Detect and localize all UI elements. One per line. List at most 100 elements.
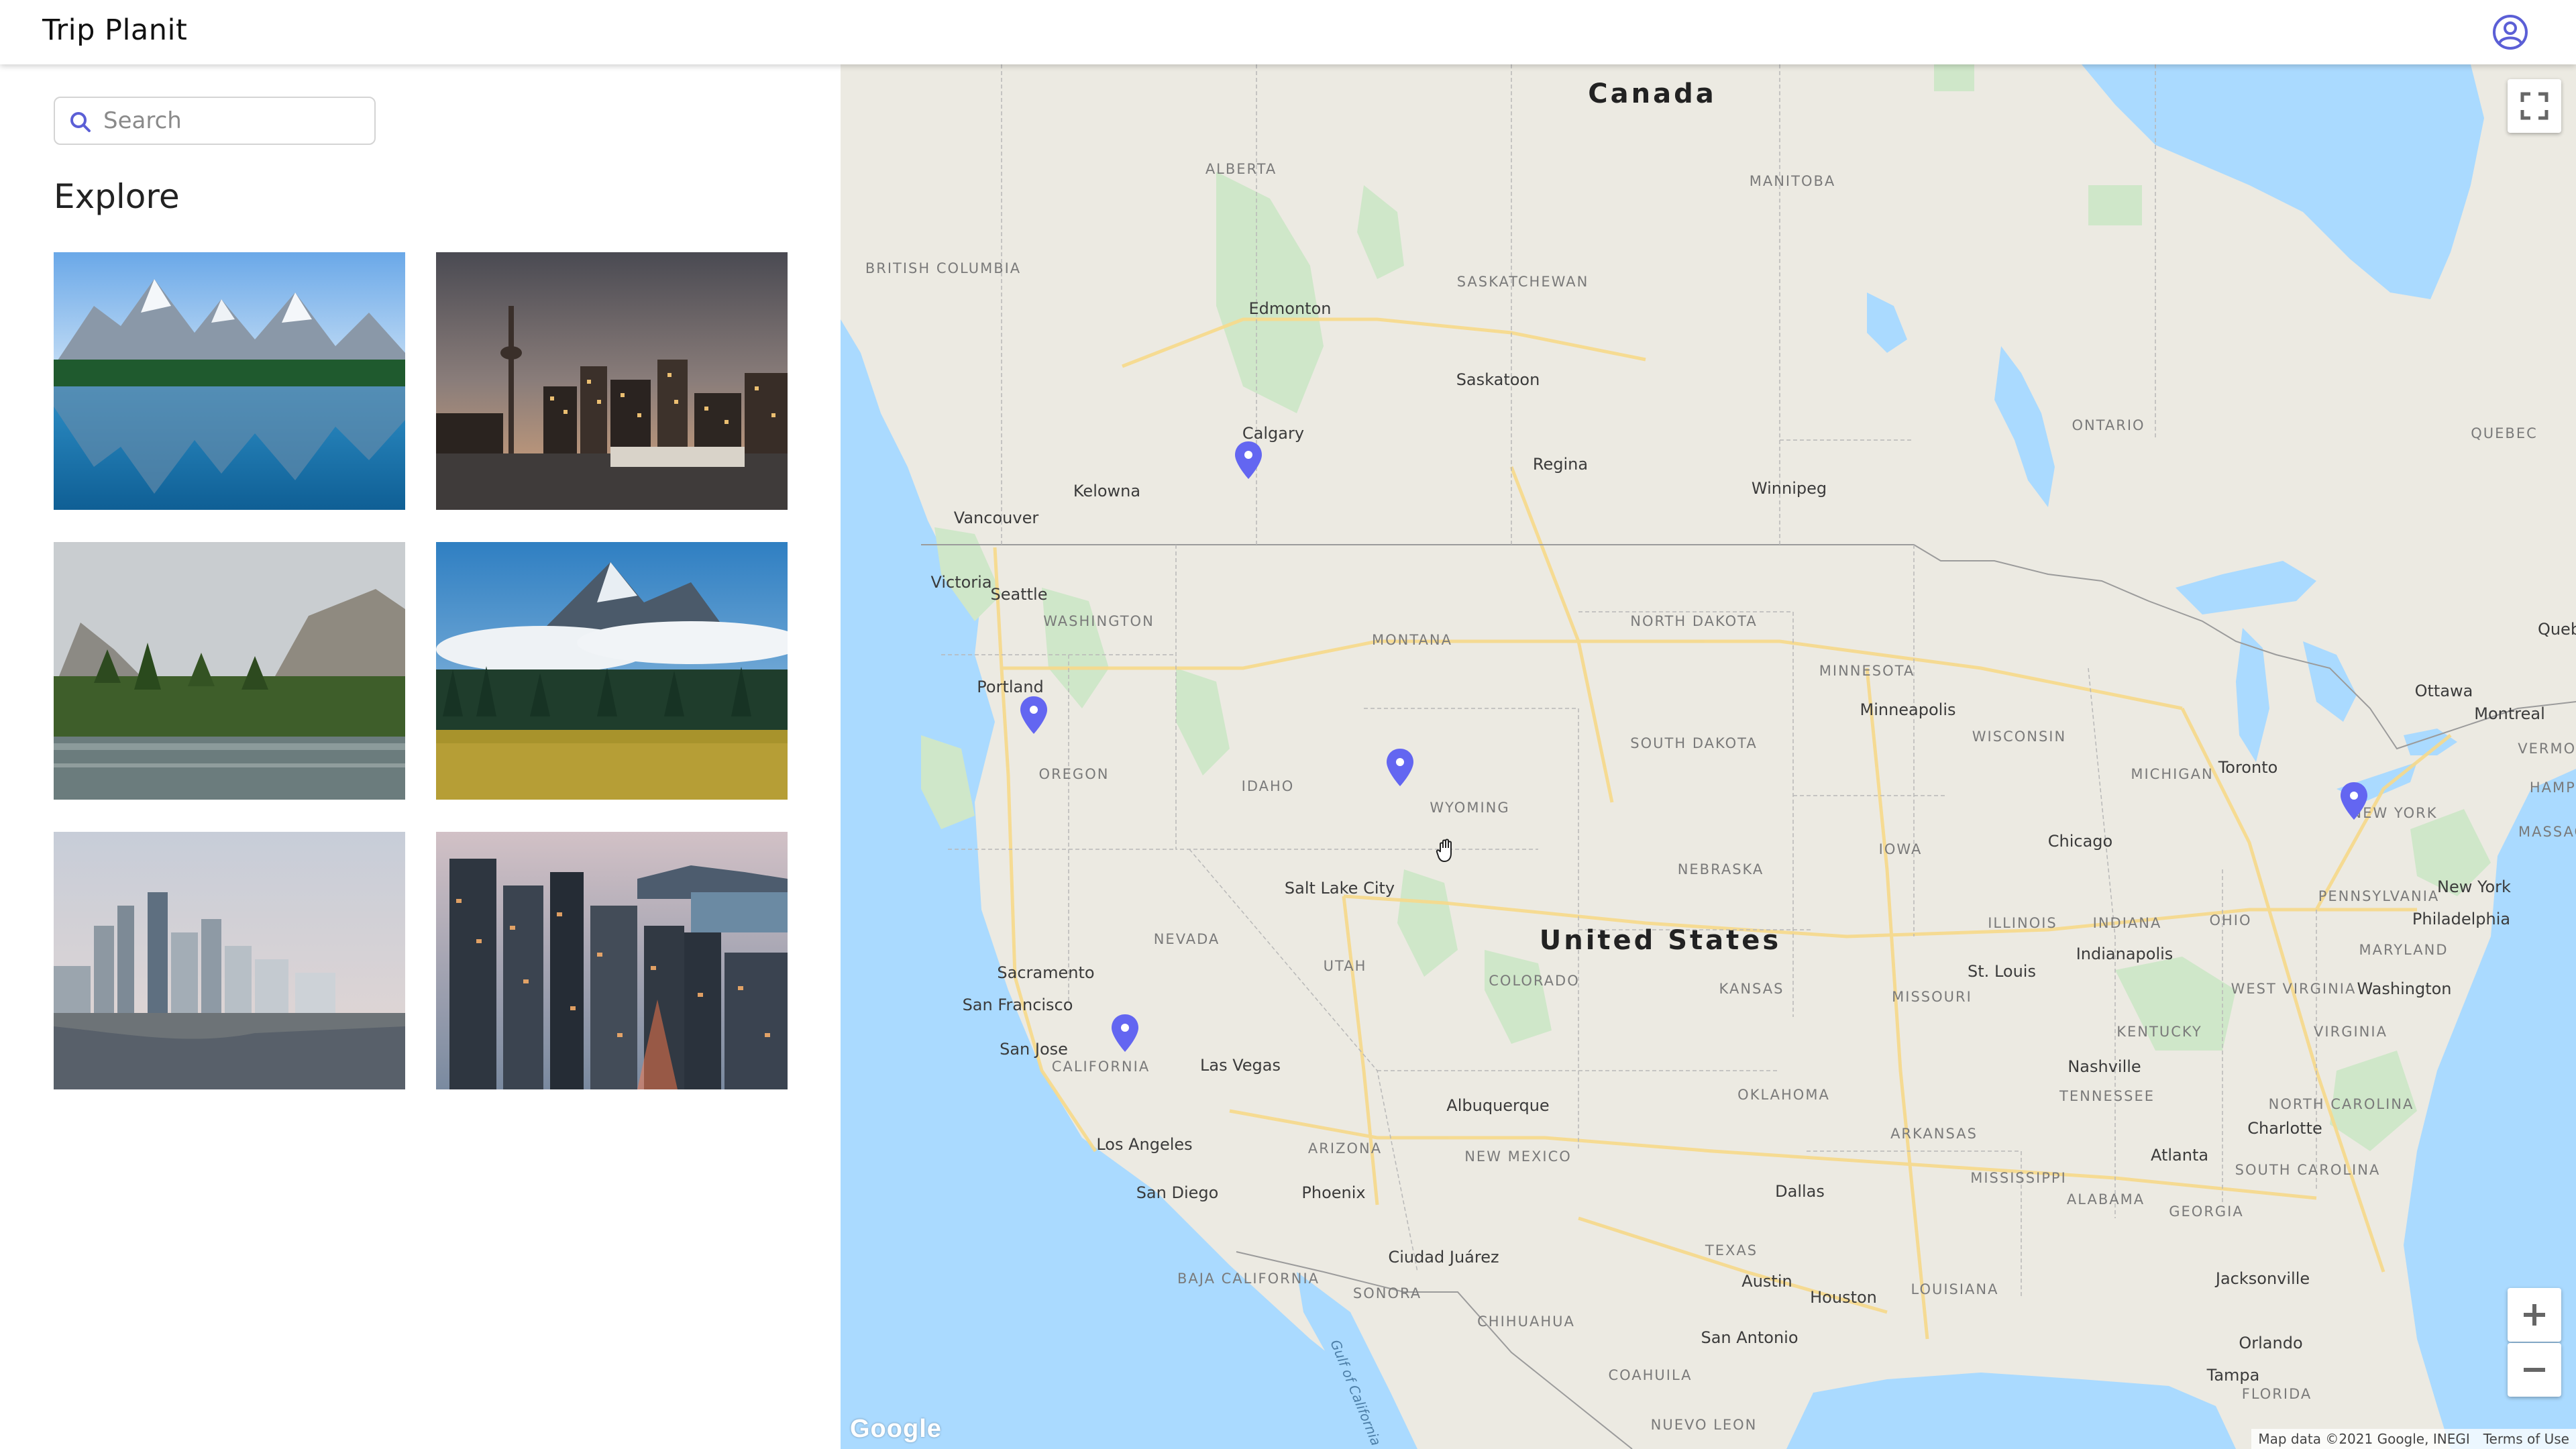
map-label-oregon: OREGON [1038,766,1110,782]
search-icon [70,112,91,132]
google-logo: Google [850,1415,942,1443]
minus-icon [2524,1368,2545,1372]
hand-cursor-icon [1436,839,1452,863]
map-attribution-bar: Map data ©2021 Google, INEGI Terms of Us… [2251,1429,2576,1449]
map-label-san-diego: San Diego [1136,1183,1219,1202]
map-label-ohio: OHIO [2209,912,2252,928]
map-label-virginia: VIRGINIA [2314,1024,2387,1040]
account-circle-icon[interactable] [2491,13,2529,51]
map-label-winnipeg: Winnipeg [1751,479,1827,498]
map-label-toronto: Toronto [2218,758,2278,777]
map-label-saskatoon: Saskatoon [1456,370,1540,389]
map-label-pennsylvania: PENNSYLVANIA [2318,888,2440,904]
fullscreen-button[interactable] [2508,79,2561,133]
explore-tile-mountain-lake[interactable] [54,252,405,510]
map-label-utah: UTAH [1323,958,1367,974]
map-pin-portland[interactable] [1019,695,1049,735]
map-label-las-vegas: Las Vegas [1200,1056,1281,1075]
map-label-charlotte: Charlotte [2247,1119,2322,1138]
map-pin-california[interactable] [1110,1013,1140,1053]
map-label-california: CALIFORNIA [1051,1059,1150,1075]
explore-tile-waterfront-skyline[interactable] [54,832,405,1089]
map-label-orlando: Orlando [2239,1334,2303,1352]
map-label-jacksonville: Jacksonville [2215,1269,2310,1288]
map-label-wyoming: WYOMING [1430,800,1510,816]
map-label-nuevo-leon: NUEVO LEON [1650,1417,1758,1433]
map-label-ciudad-juarez: Ciudad Juárez [1388,1248,1499,1267]
map-label-victoria: Victoria [930,573,992,592]
map-label-nashville: Nashville [2068,1057,2141,1076]
map-label-missouri: MISSOURI [1892,989,1972,1005]
map-pin-wyoming[interactable] [1385,747,1415,788]
map-view[interactable]: Canada United States ALBERTA BRITISH COL… [841,64,2576,1449]
map-label-tampa: Tampa [2206,1366,2260,1385]
explore-tile-valley-river[interactable] [54,542,405,800]
map-label-austin: Austin [1741,1272,1792,1291]
map-label-louisiana: LOUISIANA [1911,1281,1999,1297]
map-label-los-angeles: Los Angeles [1096,1135,1193,1154]
map-label-nevada: NEVADA [1153,931,1220,947]
map-label-north-dakota: NORTH DAKOTA [1630,613,1758,629]
map-label-idaho: IDAHO [1241,778,1295,794]
map-label-british-columbia: BRITISH COLUMBIA [865,260,1022,276]
map-canvas [841,64,2576,1449]
search-box[interactable] [54,97,376,145]
map-label-massach: MASSACH [2518,824,2576,840]
map-label-hamps: HAMPS [2529,780,2576,796]
map-label-edmonton: Edmonton [1248,299,1332,318]
map-label-arizona: ARIZONA [1307,1140,1383,1157]
map-label-vermont: VERMONT [2518,741,2576,757]
map-label-houston: Houston [1810,1288,1877,1307]
map-label-san-antonio: San Antonio [1701,1328,1799,1347]
map-label-salt-lake-city: Salt Lake City [1284,879,1395,898]
map-label-san-francisco: San Francisco [962,996,1073,1014]
map-label-south-dakota: SOUTH DAKOTA [1630,735,1758,751]
map-label-michigan: MICHIGAN [2131,766,2214,782]
fullscreen-icon [2520,92,2548,120]
explore-tile-mountain-clouds[interactable] [436,542,788,800]
map-label-queb: Queb [2537,620,2576,639]
map-label-dallas: Dallas [1775,1182,1825,1201]
map-label-west-virginia: WEST VIRGINIA [2231,981,2357,997]
map-label-texas: TEXAS [1705,1242,1758,1258]
map-label-st-louis: St. Louis [1968,962,2036,981]
map-label-illinois: ILLINOIS [1988,915,2057,931]
map-label-north-carolina: NORTH CAROLINA [2268,1096,2414,1112]
map-label-philadelphia: Philadelphia [2412,910,2511,928]
map-label-washington: WASHINGTON [1043,613,1155,629]
explore-tile-city-skyline[interactable] [436,252,788,510]
map-label-minnesota: MINNESOTA [1819,663,1915,679]
map-label-chihuahua: CHIHUAHUA [1477,1313,1575,1330]
map-label-canada: Canada [1588,78,1717,109]
zoom-out-button[interactable] [2508,1343,2561,1397]
map-label-kentucky: KENTUCKY [2116,1024,2202,1040]
map-label-minneapolis: Minneapolis [1860,700,1956,719]
map-label-coahuila: COAHUILA [1608,1367,1693,1383]
map-label-alberta: ALBERTA [1205,161,1277,177]
explore-tile-aerial-downtown[interactable] [436,832,788,1089]
terms-of-use-link[interactable]: Terms of Use [2477,1431,2576,1447]
plus-icon [2524,1304,2545,1326]
map-pin-toronto[interactable] [2339,781,2369,821]
map-label-new-mexico: NEW MEXICO [1464,1148,1572,1165]
app-title: Trip Planit [42,13,188,47]
map-label-sonora: SONORA [1352,1285,1422,1301]
map-label-chicago: Chicago [2047,832,2113,851]
map-label-mississippi: MISSISSIPPI [1970,1170,2067,1186]
map-label-wisconsin: WISCONSIN [1972,729,2067,745]
map-label-albuquerque: Albuquerque [1446,1096,1550,1115]
map-label-indianapolis: Indianapolis [2076,945,2174,963]
map-label-washington: Washington [2357,979,2452,998]
map-label-seattle: Seattle [990,585,1048,604]
map-label-ottawa: Ottawa [2414,682,2473,700]
map-label-montana: MONTANA [1372,632,1452,648]
search-input[interactable] [103,101,365,141]
map-pin-calgary[interactable] [1234,440,1263,480]
map-label-tennessee: TENNESSEE [2059,1088,2155,1104]
map-label-montreal: Montreal [2474,704,2545,723]
zoom-in-button[interactable] [2508,1288,2561,1342]
map-label-baja-california: BAJA CALIFORNIA [1177,1271,1320,1287]
map-label-regina: Regina [1532,455,1589,474]
map-label-kansas: KANSAS [1719,981,1784,997]
map-label-arkansas: ARKANSAS [1890,1126,1978,1142]
